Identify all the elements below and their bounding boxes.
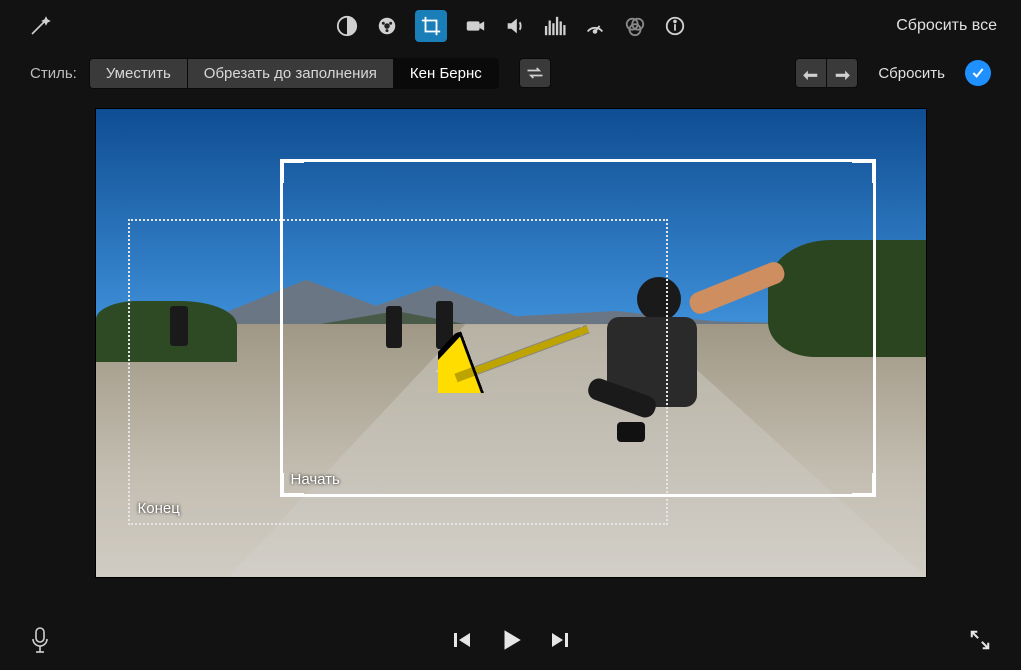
start-frame-label: Начать	[291, 471, 340, 488]
rotate-ccw-icon	[800, 65, 822, 81]
style-kenburns-button[interactable]: Кен Бернс	[394, 59, 498, 88]
color-filters-icon[interactable]	[623, 14, 647, 38]
crosshair-icon: +	[576, 321, 588, 344]
volume-icon[interactable]	[503, 14, 527, 38]
style-label: Стиль:	[30, 65, 77, 82]
next-icon	[550, 630, 570, 650]
crop-options-bar: Стиль: Уместить Обрезать до заполнения К…	[0, 52, 1021, 94]
info-icon[interactable]	[663, 14, 687, 38]
style-fill-button[interactable]: Обрезать до заполнения	[188, 59, 394, 88]
crop-icon[interactable]	[415, 10, 447, 42]
crosshair-icon: +	[436, 361, 448, 384]
inspector-toolbar: Сбросить все	[0, 0, 1021, 52]
rotate-ccw-button[interactable]	[796, 59, 827, 87]
swap-icon	[525, 65, 545, 81]
checkmark-icon	[970, 65, 986, 81]
reset-crop-button[interactable]: Сбросить	[878, 65, 945, 82]
play-icon	[498, 627, 524, 653]
crop-style-segment: Уместить Обрезать до заполнения Кен Берн…	[89, 58, 499, 89]
rotate-segment	[795, 58, 858, 88]
next-button[interactable]	[550, 630, 570, 653]
apply-button[interactable]	[965, 60, 991, 86]
color-wheel-icon[interactable]	[375, 14, 399, 38]
playback-bar	[0, 612, 1021, 670]
previous-button[interactable]	[452, 630, 472, 653]
end-frame-label: Конец	[138, 500, 180, 517]
video-effects-icon[interactable]	[463, 14, 487, 38]
play-button[interactable]	[498, 627, 524, 656]
swap-frames-button[interactable]	[519, 58, 551, 88]
resize-handle-tr[interactable]	[852, 159, 876, 183]
fullscreen-button[interactable]	[969, 629, 991, 654]
rotate-cw-button[interactable]	[827, 59, 857, 87]
style-fit-button[interactable]: Уместить	[90, 59, 188, 88]
reset-all-button[interactable]: Сбросить все	[896, 17, 997, 35]
previous-icon	[452, 630, 472, 650]
video-preview: Конец Начать + +	[95, 108, 927, 578]
fullscreen-icon	[969, 629, 991, 651]
color-balance-icon[interactable]	[335, 14, 359, 38]
rotate-cw-icon	[831, 65, 853, 81]
microphone-icon[interactable]	[30, 627, 50, 656]
speedometer-icon[interactable]	[583, 14, 607, 38]
equalizer-icon[interactable]	[543, 14, 567, 38]
transport-controls	[452, 627, 570, 656]
resize-handle-tl[interactable]	[280, 159, 304, 183]
magic-wand-icon[interactable]	[28, 14, 52, 38]
resize-handle-br[interactable]	[852, 473, 876, 497]
